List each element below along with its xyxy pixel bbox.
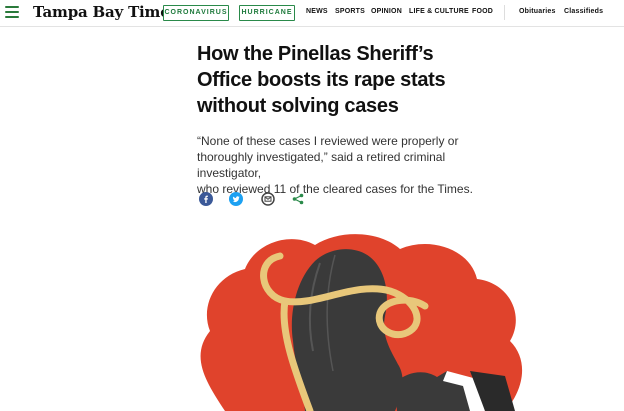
site-header: Tampa Bay Times CORONAVIRUS HURRICANE NE…	[0, 0, 624, 27]
site-logo[interactable]: Tampa Bay Times	[33, 3, 178, 21]
dek-line: thoroughly investigated,” said a retired…	[197, 150, 446, 180]
twitter-icon[interactable]	[229, 192, 243, 206]
dek-line: who reviewed 11 of the cleared cases for…	[197, 182, 473, 196]
nav-opinion[interactable]: OPINION	[371, 8, 402, 15]
nav-classifieds[interactable]: Classifieds	[564, 8, 603, 15]
email-icon[interactable]	[261, 192, 275, 206]
hurricane-button[interactable]: HURRICANE	[239, 5, 295, 21]
article-headline: How the Pinellas Sheriff’s Office boosts…	[197, 41, 497, 119]
facebook-icon[interactable]	[199, 192, 213, 206]
headline-line: without solving cases	[197, 95, 399, 117]
nav-divider	[504, 5, 505, 20]
nav-sports[interactable]: SPORTS	[335, 8, 365, 15]
article-illustration	[185, 221, 535, 411]
menu-icon[interactable]	[5, 6, 19, 18]
coronavirus-button[interactable]: CORONAVIRUS	[163, 5, 229, 21]
share-icon[interactable]	[291, 192, 305, 206]
nav-food[interactable]: FOOD	[472, 8, 493, 15]
nav-life-culture[interactable]: LIFE & CULTURE	[409, 8, 469, 15]
dek-line: “None of these cases I reviewed were pro…	[197, 134, 459, 148]
nav-obituaries[interactable]: Obituaries	[519, 8, 556, 15]
headline-line: Office boosts its rape stats	[197, 69, 446, 91]
nav-news[interactable]: NEWS	[306, 8, 328, 15]
article-dek: “None of these cases I reviewed were pro…	[197, 133, 507, 197]
headline-line: How the Pinellas Sheriff’s	[197, 43, 434, 65]
